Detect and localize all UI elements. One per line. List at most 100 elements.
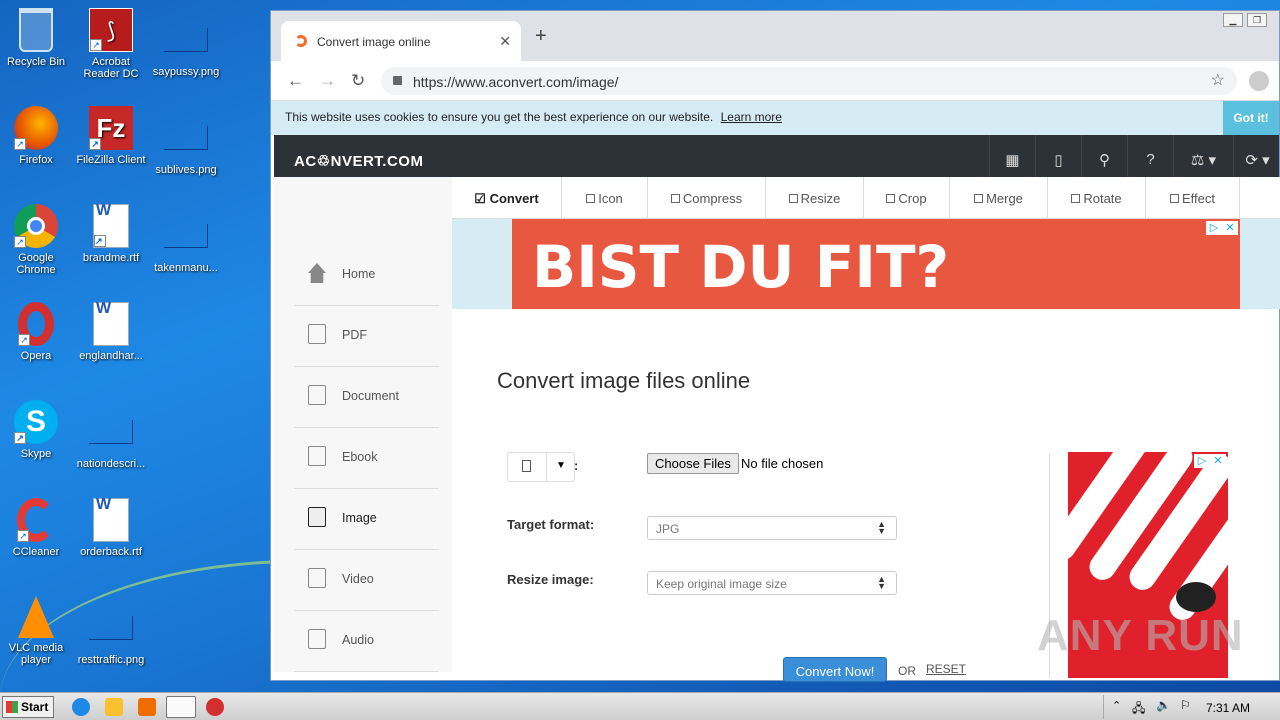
opera-taskbar-icon[interactable] [206, 698, 224, 716]
tab-rotate[interactable]: Rotate [1048, 177, 1146, 219]
sidebar-item-pdf[interactable]: PDF [294, 306, 439, 367]
category-sidebar: Home PDF Document Ebook Image Video Audi… [274, 177, 452, 672]
desktop-icon-label: takenmanu... [154, 262, 218, 274]
image-file-icon [164, 126, 208, 150]
media-player-icon[interactable] [138, 698, 156, 716]
browser-tab[interactable]: Convert image online ✕ [281, 21, 521, 61]
ie-icon[interactable] [72, 698, 90, 716]
ccleaner-icon: ↗ [17, 498, 55, 542]
tab-strip: Convert image online ✕ + ▁ ❐ [271, 11, 1279, 61]
tab-merge[interactable]: Merge [950, 177, 1048, 219]
minimize-icon[interactable]: ▁ [1223, 13, 1243, 27]
action-center-flag-icon[interactable]: ⚐ [1180, 698, 1191, 712]
file-source-dropdown[interactable]: ▼ [507, 452, 575, 482]
acrobat-icon: ⟆ ↗ [89, 8, 133, 52]
desktop-icon-recycle-bin[interactable]: Recycle Bin [0, 8, 72, 68]
clock[interactable]: 7:31 AM [1206, 701, 1250, 715]
desktop-icon-skype[interactable]: S ↗ Skype [0, 400, 72, 460]
caret-down-icon[interactable]: ▼ [556, 460, 566, 471]
sidebar-item-label: Ebook [342, 450, 378, 464]
desktop-icon-opera[interactable]: ↗ Opera [0, 302, 72, 362]
desktop-icon-vlc[interactable]: VLC media player [0, 596, 72, 666]
target-format-label: Target format: [507, 517, 595, 532]
new-tab-icon[interactable]: + [535, 25, 547, 48]
tab-title: Convert image online [317, 35, 431, 49]
resize-image-select[interactable]: Keep original image size ▲ ▼ [647, 571, 897, 595]
site-logo[interactable]: AC♲NVERT.COM [294, 152, 423, 170]
adchoices-icon[interactable]: ▷ [1206, 221, 1222, 235]
desktop-icon-nationdescri[interactable]: nationdescri... [75, 400, 147, 470]
target-format-select[interactable]: JPG ▲ ▼ [647, 516, 897, 540]
volume-icon[interactable]: 🔈 [1156, 698, 1171, 712]
reload-icon[interactable]: ↻ [351, 71, 365, 91]
address-toolbar: ← → ↻ https://www.aconvert.com/image/ ☆ [271, 61, 1279, 101]
desktop-icon-filezilla[interactable]: Fz ↗ FileZilla Client [75, 106, 147, 166]
tab-effect[interactable]: Effect [1146, 177, 1240, 219]
tab-icon[interactable]: Icon [562, 177, 648, 219]
ad-close-icon[interactable]: ✕ [1222, 221, 1238, 235]
sidebar-item-label: Document [342, 389, 399, 403]
restore-icon[interactable]: ❐ [1247, 13, 1267, 27]
desktop-icon-brandme[interactable]: W ↗ brandme.rtf [75, 203, 147, 265]
desktop-icon-ccleaner[interactable]: ↗ CCleaner [0, 498, 72, 558]
checkbox-icon [670, 194, 680, 203]
chrome-taskbar-icon[interactable] [166, 696, 196, 718]
desktop-icon-label: Skype [20, 448, 52, 460]
desktop-icon-saypussy[interactable]: saypussy.png [150, 8, 222, 78]
network-icon[interactable]: 🖧 [1132, 699, 1145, 720]
video-icon [308, 568, 326, 588]
sidebar-item-video[interactable]: Video [294, 550, 439, 611]
desktop-icon-label: Google Chrome [16, 252, 56, 276]
tray-expand-icon[interactable]: ⌃ [1112, 699, 1121, 712]
desktop-icon-resttraffic[interactable]: resttraffic.png [75, 596, 147, 666]
tab-compress[interactable]: Compress [648, 177, 766, 219]
tab-crop[interactable]: Crop [864, 177, 950, 219]
ad-close-icon[interactable]: ✕ [1210, 454, 1226, 468]
forward-icon[interactable]: → [319, 71, 336, 91]
word-document-icon [308, 385, 326, 405]
sidebar-item-document[interactable]: Document [294, 367, 439, 428]
or-text: OR [898, 664, 916, 678]
desktop-icon-sublives[interactable]: sublives.png [150, 106, 222, 176]
tool-tabs: ☑ Convert Icon Compress Resize Crop Merg… [452, 177, 1280, 219]
desktop-icon-label: orderback.rtf [80, 546, 142, 558]
profile-avatar-icon[interactable] [1249, 71, 1269, 91]
sidebar-item-label: Home [342, 267, 376, 281]
convert-now-button[interactable]: Convert Now! [783, 657, 887, 682]
desktop-icon-label: resttraffic.png [77, 654, 145, 666]
desktop-icon-takenmanu[interactable]: takenmanu... [150, 204, 222, 274]
desktop-icon-orderback[interactable]: W orderback.rtf [75, 497, 147, 559]
tab-convert[interactable]: ☑ Convert [452, 177, 562, 219]
reset-link[interactable]: RESET [926, 662, 966, 676]
desktop-icon-label: Opera [20, 350, 52, 362]
desktop-icon-englandhar[interactable]: W englandhar... [75, 301, 147, 363]
home-icon [308, 263, 326, 283]
image-file-icon [89, 420, 133, 444]
sidebar-item-home[interactable]: Home [294, 245, 439, 306]
tab-close-icon[interactable]: ✕ [499, 33, 511, 50]
start-button[interactable]: Start [2, 696, 54, 718]
desktop-icon-label: sublives.png [155, 164, 217, 176]
got-it-button[interactable]: Got it! [1223, 101, 1279, 135]
firefox-icon: ↗ [14, 106, 58, 150]
sidebar-item-image[interactable]: Image [294, 489, 439, 550]
sidebar-item-audio[interactable]: Audio [294, 611, 439, 672]
recycle-bin-icon [19, 8, 53, 52]
adchoices-icon[interactable]: ▷ [1194, 454, 1210, 468]
address-bar[interactable]: https://www.aconvert.com/image/ ☆ [381, 67, 1237, 95]
desktop-icon-firefox[interactable]: ↗ Firefox [0, 106, 72, 166]
back-icon[interactable]: ← [287, 71, 304, 91]
select-arrows-icon: ▲ ▼ [877, 519, 886, 536]
explorer-folder-icon[interactable] [105, 698, 123, 716]
sidebar-item-ebook[interactable]: Ebook [294, 428, 439, 489]
file-colon: : [574, 458, 579, 473]
tab-resize[interactable]: Resize [766, 177, 864, 219]
bookmark-star-icon[interactable]: ☆ [1211, 70, 1225, 90]
desktop-icon-acrobat[interactable]: ⟆ ↗ Acrobat Reader DC [75, 8, 147, 80]
desktop-icon-chrome[interactable]: ↗ Google Chrome [0, 204, 72, 276]
choose-files-button[interactable]: Choose Files [647, 453, 739, 474]
learn-more-link[interactable]: Learn more [721, 110, 782, 124]
ad-banner[interactable]: BIST DU FIT? [512, 219, 1240, 309]
word-document-icon: W ↗ [93, 203, 129, 248]
pdf-icon [308, 324, 326, 344]
